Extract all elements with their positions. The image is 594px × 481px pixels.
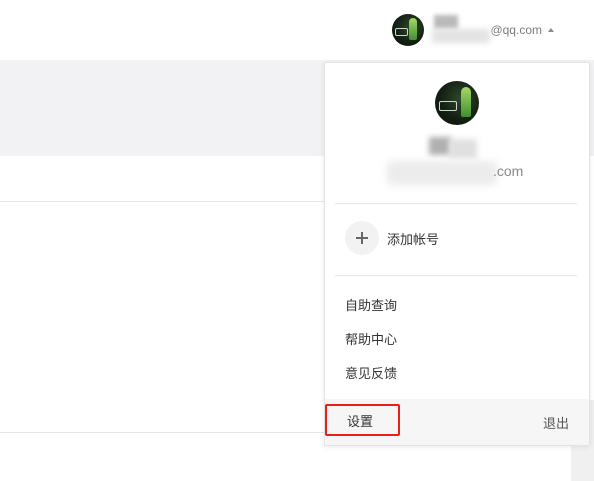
content-divider xyxy=(0,432,325,433)
blurred-username xyxy=(432,15,492,45)
blurred-nickname xyxy=(425,135,485,161)
plus-icon[interactable] xyxy=(345,221,379,255)
user-avatar[interactable] xyxy=(392,14,425,46)
settings-button[interactable]: 设置 xyxy=(325,404,400,436)
top-bar: @qq.com xyxy=(0,0,594,60)
content-divider xyxy=(0,201,325,202)
dropdown-email-suffix: .com xyxy=(493,163,524,179)
logout-button[interactable]: 退出 xyxy=(543,413,569,432)
dropdown-divider xyxy=(335,275,577,276)
dropdown-divider xyxy=(335,203,577,204)
add-account-button[interactable]: 添加帐号 xyxy=(345,221,439,255)
user-menu-trigger[interactable]: @qq.com xyxy=(392,14,554,46)
account-dropdown: .com 添加帐号 自助查询 帮助中心 意见反馈 设置 退出 xyxy=(324,62,590,446)
add-account-label: 添加帐号 xyxy=(387,231,440,247)
blurred-email xyxy=(387,161,497,185)
menu-item-feedback[interactable]: 意见反馈 xyxy=(345,363,397,382)
dropdown-footer: 设置 退出 xyxy=(325,399,589,445)
dropdown-avatar xyxy=(435,81,479,125)
menu-item-help-center[interactable]: 帮助中心 xyxy=(345,329,397,348)
menu-item-self-query[interactable]: 自助查询 xyxy=(345,295,397,314)
email-suffix: @qq.com xyxy=(490,23,542,37)
caret-up-icon[interactable] xyxy=(548,28,554,32)
